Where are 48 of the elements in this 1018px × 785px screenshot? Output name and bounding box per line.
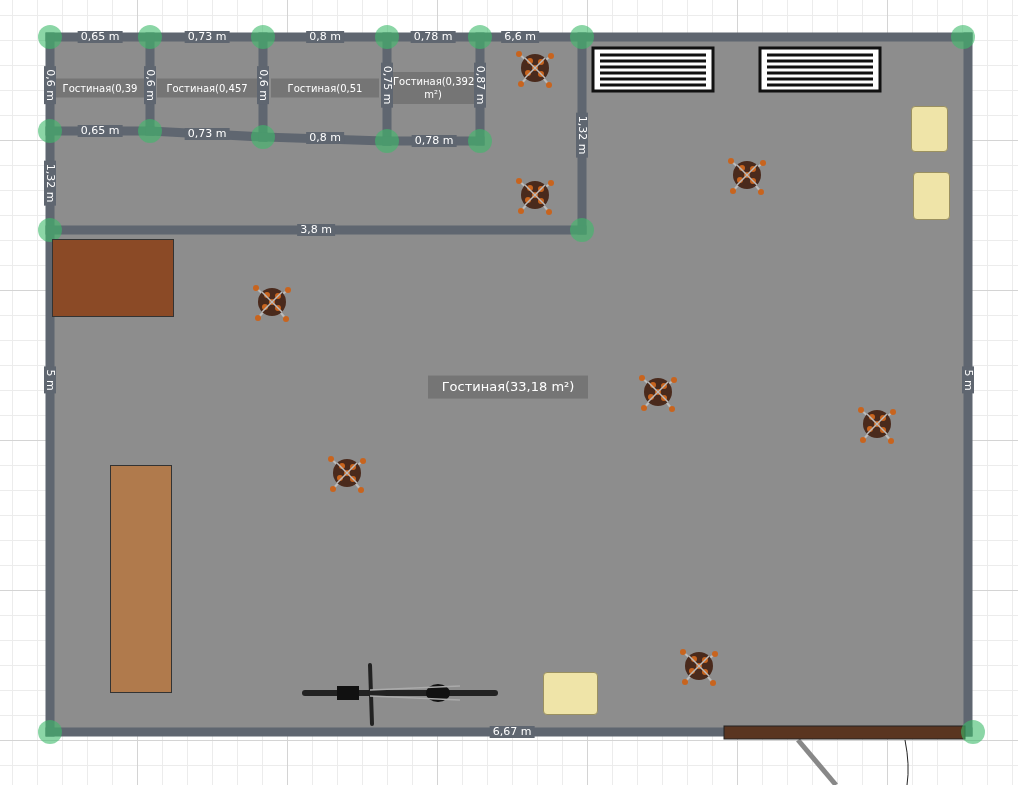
wall-node[interactable] [138,119,162,143]
wall-node[interactable] [38,720,62,744]
dimension-label: 0,6 m [144,66,156,104]
dimension-label: 5 m [962,366,974,394]
dimension-label: 0,6 m [44,66,56,104]
dimension-label: 0,73 m [184,128,230,140]
bicycle-icon [302,663,498,726]
dimension-label: 0,87 m [474,62,486,108]
room-label: Гостиная(0,39 [56,78,144,98]
cushion [543,672,598,715]
dimension-label: 0,78 m [410,31,456,43]
dimension-label: 0,8 m [306,132,344,144]
dimension-label: 5 m [44,366,56,394]
dimension-label: 0,73 m [184,31,230,43]
dimension-label: 3,8 m [297,224,335,236]
wall-node[interactable] [375,25,399,49]
dimension-label: 6,67 m [489,726,535,738]
wall-node[interactable] [961,720,985,744]
door[interactable] [723,725,966,740]
radiator-icon [758,46,882,93]
room-label: Гостиная(0,457 [157,78,257,98]
dimension-label: 0,6 m [257,66,269,104]
cushion [911,106,948,152]
wall-node[interactable] [951,25,975,49]
dimension-label: 6,6 m [501,31,539,43]
wall-node[interactable] [38,218,62,242]
cushion [913,172,950,220]
wall-node[interactable] [251,25,275,49]
wall-node[interactable] [468,25,492,49]
wall-node[interactable] [251,125,275,149]
wall-node[interactable] [38,25,62,49]
wall-node[interactable] [468,129,492,153]
dimension-label: 1,32 m [576,112,588,158]
wall-node[interactable] [38,119,62,143]
radiator-icon [591,46,715,93]
door-arc [904,739,909,785]
dimension-label: 1,32 m [44,160,56,206]
room-label: Гостиная(33,18 m²) [428,375,588,399]
room-label: Гостиная(0,51 [271,78,379,98]
wall-node[interactable] [570,25,594,49]
wall-node[interactable] [138,25,162,49]
dimension-label: 0,65 m [77,125,123,137]
dimension-label: 0,65 m [77,31,123,43]
wall-node[interactable] [375,129,399,153]
dimension-label: 0,78 m [411,135,457,147]
dimension-label: 0,8 m [306,31,344,43]
wall-node[interactable] [570,218,594,242]
door-swing-line [796,738,838,785]
